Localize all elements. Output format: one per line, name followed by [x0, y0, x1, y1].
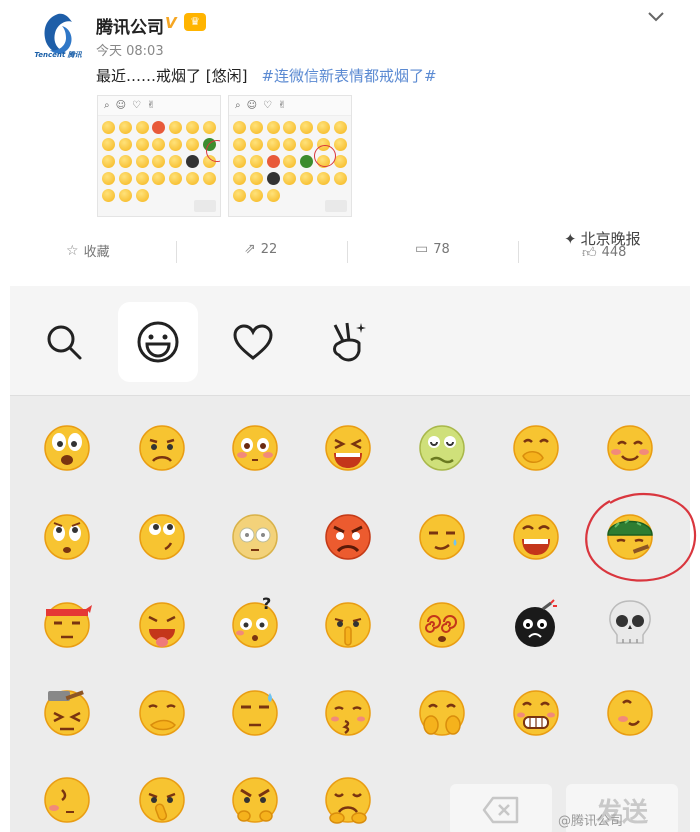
- post-body: 最近……戒烟了 [悠闲]: [96, 67, 248, 85]
- emoji-grimace-icon[interactable]: [321, 420, 375, 474]
- image-thumbnail-2[interactable]: ⌕ ☺ ♡ ✌: [228, 95, 352, 217]
- emoji-think-icon[interactable]: [135, 685, 189, 739]
- comment-count: 78: [433, 241, 450, 257]
- favorite-button[interactable]: ☆ 收藏: [66, 241, 110, 261]
- delete-button[interactable]: [450, 784, 552, 832]
- emoji-shush-icon[interactable]: [321, 597, 375, 651]
- thumbnail-emoji-grid: [98, 116, 220, 207]
- avatar-caption: Tencent 腾讯: [34, 51, 82, 59]
- post-text: 最近……戒烟了 [悠闲] #连微信新表情都戒烟了#: [96, 65, 437, 86]
- heart-icon: ♡: [132, 100, 142, 111]
- emoji-stare-icon[interactable]: [40, 509, 94, 563]
- verified-icon: V: [165, 14, 177, 32]
- highlight-circle: [314, 145, 336, 167]
- emoji-cover-mouth-icon[interactable]: [509, 420, 563, 474]
- emoji-wink-icon[interactable]: [603, 685, 657, 739]
- divider: [176, 241, 177, 263]
- smiley-icon: ☺: [115, 100, 127, 111]
- divider: [518, 241, 519, 263]
- emoji-question-icon[interactable]: ?: [228, 594, 282, 651]
- hand-icon: ✌: [147, 100, 156, 111]
- comment-icon: ▭: [415, 241, 429, 257]
- heart-icon: [233, 324, 273, 360]
- thumbnail-send-button: [194, 200, 216, 212]
- emoji-awkward-icon[interactable]: [509, 509, 563, 563]
- emoji-pout-icon[interactable]: [228, 772, 282, 826]
- divider: [347, 241, 348, 263]
- emoji-wonder-icon[interactable]: [135, 509, 189, 563]
- weibo-post: Tencent 腾讯 腾讯公司 V ♛ 今天 08:03 最近……戒烟了 [悠闲…: [0, 0, 700, 232]
- watermark-text: 北京晚报: [580, 230, 641, 248]
- emoji-crying-icon[interactable]: [321, 772, 375, 826]
- emoji-frown-icon[interactable]: [135, 420, 189, 474]
- emoji-grid: ?: [10, 396, 690, 832]
- emoji-kiss-icon[interactable]: [321, 685, 375, 739]
- emoji-skull-icon[interactable]: [603, 597, 657, 651]
- hand-icon: ✌: [278, 100, 287, 111]
- emoji-clap-icon[interactable]: [415, 685, 469, 739]
- smiley-icon: ☺: [246, 100, 258, 111]
- image-thumbnail-1[interactable]: ⌕ ☺ ♡ ✌: [97, 95, 221, 217]
- emoji-hammer-icon[interactable]: [40, 685, 94, 739]
- svg-text:?: ?: [262, 597, 271, 613]
- smiley-icon: [137, 321, 179, 363]
- watermark-bottom: @腾讯公司: [558, 814, 624, 829]
- emoji-sweat-icon[interactable]: [228, 685, 282, 739]
- highlight-circle: [206, 140, 220, 162]
- star-icon: ☆: [66, 242, 79, 259]
- share-button[interactable]: ⇗ 22: [244, 241, 277, 257]
- tab-stickers[interactable]: [307, 302, 387, 382]
- emoji-tongue-icon[interactable]: [135, 597, 189, 651]
- emoji-panel: ? 发送 @腾讯公司: [10, 286, 697, 832]
- emoji-blush-icon[interactable]: [228, 420, 282, 474]
- emoji-side-icon[interactable]: [40, 772, 94, 826]
- search-icon: [47, 325, 82, 360]
- hashtag-link[interactable]: #连微信新表情都戒烟了#: [261, 67, 436, 85]
- chevron-down-icon[interactable]: [648, 6, 664, 27]
- emoji-dizzy-icon[interactable]: [415, 597, 469, 651]
- peace-hand-icon: [333, 322, 366, 362]
- post-time: 今天 08:03: [96, 44, 164, 59]
- emoji-bandana-icon[interactable]: [40, 597, 94, 651]
- favorite-label: 收藏: [83, 245, 110, 260]
- emoji-shy-smile-icon[interactable]: [603, 420, 657, 474]
- heart-icon: ♡: [263, 100, 273, 111]
- author-name[interactable]: 腾讯公司: [96, 13, 164, 38]
- emoji-grin-teeth-icon[interactable]: [509, 685, 563, 739]
- thumbnail-toolbar: ⌕ ☺ ♡ ✌: [98, 96, 220, 116]
- emoji-bomb-icon[interactable]: [509, 597, 563, 651]
- emoji-pale-icon[interactable]: [228, 509, 282, 563]
- member-badge-icon: ♛: [184, 13, 206, 31]
- tab-smiley[interactable]: [118, 302, 198, 382]
- thumbnail-send-button: [325, 200, 347, 212]
- emoji-pick-nose-icon[interactable]: [135, 772, 189, 826]
- highlight-circle: [585, 493, 697, 582]
- share-count: 22: [260, 241, 278, 257]
- tab-search[interactable]: [24, 302, 104, 382]
- comment-button[interactable]: ▭ 78: [415, 241, 450, 257]
- emoji-shocked-icon[interactable]: [40, 420, 94, 474]
- search-icon: ⌕: [104, 100, 110, 111]
- backspace-icon: [482, 796, 519, 824]
- thumbnail-toolbar: ⌕ ☺ ♡ ✌: [229, 96, 351, 116]
- emoji-angry-icon[interactable]: [321, 509, 375, 563]
- emoji-sick-icon[interactable]: [415, 420, 469, 474]
- watermark-top: ✦ 北京晚报: [564, 228, 641, 249]
- share-icon: ⇗: [244, 241, 256, 257]
- emoji-sweat-sigh-icon[interactable]: [415, 509, 469, 563]
- emoji-tab-bar: [10, 286, 690, 396]
- search-icon: ⌕: [235, 100, 241, 111]
- wechat-logo-icon: ✦: [564, 229, 577, 248]
- tab-favorites[interactable]: [213, 302, 293, 382]
